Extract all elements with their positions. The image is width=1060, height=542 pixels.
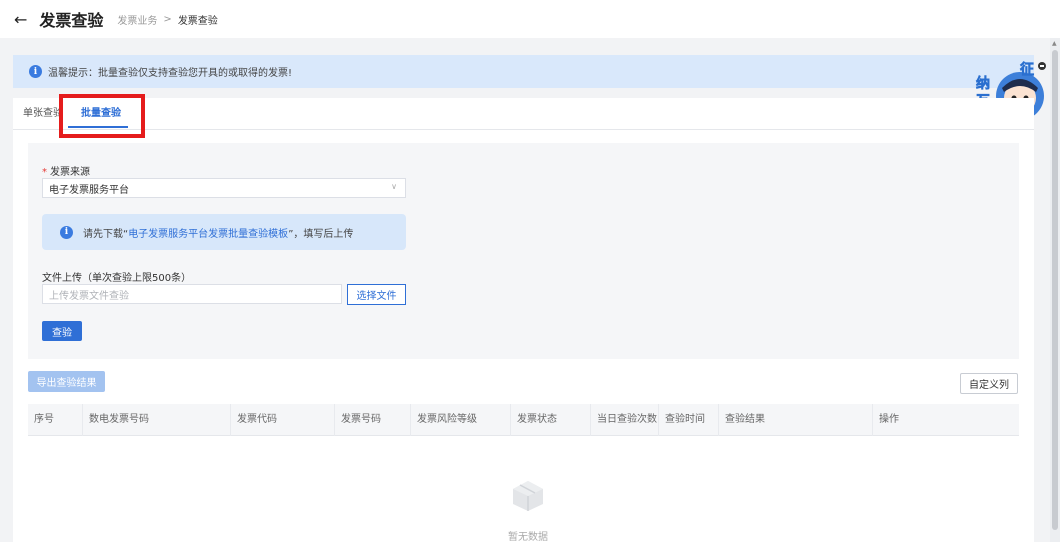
scrollbar-thumb[interactable] xyxy=(1052,50,1058,530)
invoice-source-value: 电子发票服务平台 xyxy=(49,184,129,196)
scroll-up-icon[interactable]: ▲ xyxy=(1052,40,1057,47)
main-panel: 单张查验 批量查验 * 发票来源 电子发票服务平台 ∨ i 请先下载“ 电子发票服务… xyxy=(13,94,1034,542)
column-header: 发票代码 xyxy=(231,404,335,436)
choose-file-button[interactable]: 选择文件 xyxy=(347,284,406,305)
highlight-annotation-box xyxy=(59,94,145,138)
empty-state-text: 暂无数据 xyxy=(508,532,548,542)
template-download-tip: i 请先下载“ 电子发票服务平台发票批量查验模板 ”，填写后上传 xyxy=(42,214,406,250)
breadcrumb-separator: > xyxy=(163,13,172,25)
batch-check-form: * 发票来源 电子发票服务平台 ∨ i 请先下载“ 电子发票服务平台发票批量查验模板… xyxy=(28,143,1019,359)
info-icon: i xyxy=(60,225,73,239)
customize-columns-button[interactable]: 自定义列 xyxy=(960,373,1018,394)
required-mark: * xyxy=(42,167,47,178)
column-header: 当日查验次数 xyxy=(591,404,659,436)
column-header: 查验结果 xyxy=(719,404,873,436)
column-header: 查验时间 xyxy=(659,404,719,436)
check-button[interactable]: 查验 xyxy=(42,321,82,341)
notice-banner: i 温馨提示：批量查验仅支持查验您开具的或取得的发票! xyxy=(13,55,1034,88)
arrow-left-icon[interactable]: ← xyxy=(14,10,27,29)
column-header: 发票状态 xyxy=(511,404,591,436)
breadcrumb-current: 发票查验 xyxy=(177,15,218,27)
info-icon: i xyxy=(29,65,42,78)
export-results-button[interactable]: 导出查验结果 xyxy=(28,371,105,392)
results-table-header: 序号 数电发票号码 发票代码 发票号码 发票风险等级 发票状态 当日查验次数 查… xyxy=(28,404,1019,436)
tip-prefix: 请先下载“ xyxy=(83,228,129,240)
page-scrollbar[interactable]: ▲ xyxy=(1050,38,1060,542)
column-header: 序号 xyxy=(28,404,83,436)
invoice-source-select[interactable]: 电子发票服务平台 ∨ xyxy=(42,178,406,198)
file-upload-label: 文件上传（单次查验上限500条） xyxy=(42,273,192,284)
mascot-char-2: 纳 xyxy=(976,75,990,92)
tab-bar: 单张查验 批量查验 xyxy=(13,94,1034,138)
tab-single-check[interactable]: 单张查验 xyxy=(23,98,63,130)
top-bar: ← 发票查验 发票业务 > 发票查验 xyxy=(0,0,1060,38)
column-header: 发票号码 xyxy=(335,404,411,436)
breadcrumb-parent[interactable]: 发票业务 xyxy=(117,12,157,27)
column-header: 操作 xyxy=(879,414,899,425)
column-header: 数电发票号码 xyxy=(83,404,231,436)
column-header: 发票风险等级 xyxy=(411,404,511,436)
page-title: 发票查验 xyxy=(39,11,104,30)
empty-box-icon xyxy=(510,479,546,513)
notice-text: 温馨提示：批量查验仅支持查验您开具的或取得的发票! xyxy=(48,68,293,79)
tip-suffix: ”，填写后上传 xyxy=(288,228,354,240)
mascot-char-1: 征 xyxy=(1020,61,1034,78)
chevron-down-icon: ∨ xyxy=(391,182,397,191)
template-download-link[interactable]: 电子发票服务平台发票批量查验模板 xyxy=(128,225,288,240)
file-upload-input[interactable]: 上传发票文件查验 xyxy=(42,284,342,304)
invoice-source-label: * 发票来源 xyxy=(42,163,90,178)
invoice-source-label-text: 发票来源 xyxy=(50,167,90,178)
